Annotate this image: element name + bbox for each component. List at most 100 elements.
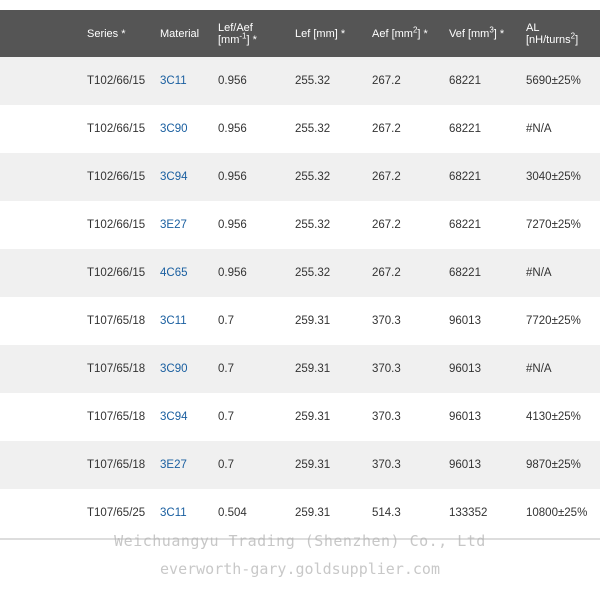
cell-vef: 68221: [449, 171, 481, 183]
header-vef-pre: Vef [mm: [449, 27, 490, 40]
cell-series: T102/66/15: [87, 267, 146, 279]
table-row: T107/65/18 3C11 0.7 259.31 370.3 96013 7720±25…: [0, 297, 600, 345]
header-lef-aef[interactable]: Lef/Aef [mm-1] *: [218, 22, 257, 46]
cell-lef-aef: 0.956: [218, 171, 247, 183]
table-row: T102/66/15 3C11 0.956 255.32 267.2 68221 5690±…: [0, 57, 600, 105]
table-row: T107/65/25 3C11 0.504 259.31 514.3 133352 1080…: [0, 489, 600, 537]
material-link[interactable]: 3C90: [160, 123, 188, 135]
material-link[interactable]: 3C11: [160, 507, 187, 519]
material-link[interactable]: 4C65: [160, 267, 188, 279]
cell-vef: 96013: [449, 315, 481, 327]
cell-vef: 68221: [449, 75, 481, 87]
cell-aef: 267.2: [372, 219, 401, 231]
cell-vef: 96013: [449, 459, 481, 471]
cell-vef: 96013: [449, 411, 481, 423]
table-row: T102/66/15 3C94 0.956 255.32 267.2 68221 3040±…: [0, 153, 600, 201]
cell-lef-aef: 0.504: [218, 507, 247, 519]
table-row: T107/65/18 3C90 0.7 259.31 370.3 96013 #N/A: [0, 345, 600, 393]
cell-al: 7720±25%: [526, 315, 581, 327]
cell-lef: 255.32: [295, 219, 331, 231]
header-lef-aef-unit-post: ] *: [246, 33, 257, 46]
material-link[interactable]: 3C11: [160, 315, 187, 327]
header-al[interactable]: AL [nH/turns2]: [526, 22, 578, 46]
cell-al: 9870±25%: [526, 459, 581, 471]
cell-al: 4130±25%: [526, 411, 581, 423]
cell-al: #N/A: [526, 267, 552, 279]
cell-series: T107/65/18: [87, 363, 146, 375]
header-lef[interactable]: Lef [mm] *: [295, 28, 345, 40]
cell-lef-aef: 0.7: [218, 459, 234, 471]
cell-lef: 255.32: [295, 171, 331, 183]
cell-al: 3040±25%: [526, 171, 581, 183]
table-header: Series * Material Lef/Aef [mm-1] * Lef […: [0, 10, 600, 57]
material-link[interactable]: 3C94: [160, 171, 188, 183]
header-lef-aef-unit-pre: [mm: [218, 33, 240, 46]
cell-vef: 68221: [449, 123, 481, 135]
header-al-label: AL: [526, 21, 540, 34]
cell-lef: 259.31: [295, 411, 331, 423]
cell-lef: 255.32: [295, 75, 331, 87]
material-link[interactable]: 3C90: [160, 363, 188, 375]
header-lef-aef-unit-sup: -1: [239, 30, 247, 40]
cell-aef: 267.2: [372, 267, 401, 279]
header-vef-post: ] *: [493, 27, 505, 40]
cell-aef: 370.3: [372, 363, 401, 375]
watermark-company: Weichuangyu Trading (Shenzhen) Co., Ltd: [114, 532, 486, 550]
table-row: T102/66/15 4C65 0.956 255.32 267.2 68221 #N/A: [0, 249, 600, 297]
cell-series: T107/65/25: [87, 507, 146, 519]
watermark-site: everworth-gary.goldsupplier.com: [160, 560, 440, 578]
cell-al: 10800±25%: [526, 507, 588, 519]
cell-al: 5690±25%: [526, 75, 581, 87]
cell-aef: 370.3: [372, 315, 401, 327]
cell-lef-aef: 0.956: [218, 75, 247, 87]
cell-aef: 267.2: [372, 123, 401, 135]
cell-aef: 370.3: [372, 459, 401, 471]
cell-lef-aef: 0.7: [218, 363, 234, 375]
cell-al: 7270±25%: [526, 219, 581, 231]
cell-series: T102/66/15: [87, 123, 146, 135]
header-series[interactable]: Series *: [87, 28, 126, 40]
cell-lef: 255.32: [295, 123, 331, 135]
cell-al: #N/A: [526, 363, 552, 375]
header-aef-post: ] *: [417, 27, 428, 40]
core-data-table: Series * Material Lef/Aef [mm-1] * Lef […: [0, 10, 600, 537]
cell-vef: 96013: [449, 363, 481, 375]
header-lef-aef-label: Lef/Aef: [218, 21, 253, 34]
cell-lef: 255.32: [295, 267, 331, 279]
cell-series: T102/66/15: [87, 219, 146, 231]
cell-aef: 267.2: [372, 75, 401, 87]
table-body: T102/66/15 3C11 0.956 255.32 267.2 68221 5690±…: [0, 57, 600, 537]
cell-lef: 259.31: [295, 363, 331, 375]
header-aef-pre: Aef [mm: [372, 27, 413, 40]
material-link[interactable]: 3E27: [160, 459, 187, 471]
cell-lef-aef: 0.956: [218, 219, 247, 231]
cell-lef: 259.31: [295, 315, 331, 327]
material-link[interactable]: 3C94: [160, 411, 188, 423]
table-row: T102/66/15 3E27 0.956 255.32 267.2 68221 7270±…: [0, 201, 600, 249]
table-row: T107/65/18 3E27 0.7 259.31 370.3 96013 9870±25…: [0, 441, 600, 489]
cell-aef: 267.2: [372, 171, 401, 183]
cell-al: #N/A: [526, 123, 552, 135]
cell-series: T107/65/18: [87, 411, 146, 423]
cell-series: T107/65/18: [87, 459, 146, 471]
table-row: T107/65/18 3C94 0.7 259.31 370.3 96013 4130±25…: [0, 393, 600, 441]
cell-series: T107/65/18: [87, 315, 146, 327]
cell-lef-aef: 0.7: [218, 315, 234, 327]
cell-series: T102/66/15: [87, 171, 146, 183]
header-aef[interactable]: Aef [mm2] *: [372, 25, 428, 40]
cell-vef: 68221: [449, 219, 481, 231]
cell-aef: 514.3: [372, 507, 401, 519]
header-al-unit-post: ]: [575, 33, 579, 46]
cell-lef-aef: 0.7: [218, 411, 234, 423]
cell-lef-aef: 0.956: [218, 123, 247, 135]
cell-lef-aef: 0.956: [218, 267, 247, 279]
cell-vef: 68221: [449, 267, 481, 279]
table-row: T102/66/15 3C90 0.956 255.32 267.2 68221 #N/A: [0, 105, 600, 153]
header-al-unit-pre: [nH/turns: [526, 33, 571, 46]
header-vef[interactable]: Vef [mm3] *: [449, 25, 505, 40]
material-link[interactable]: 3E27: [160, 219, 187, 231]
header-material[interactable]: Material: [160, 28, 199, 40]
material-link[interactable]: 3C11: [160, 75, 187, 87]
cell-lef: 259.31: [295, 507, 331, 519]
cell-aef: 370.3: [372, 411, 401, 423]
